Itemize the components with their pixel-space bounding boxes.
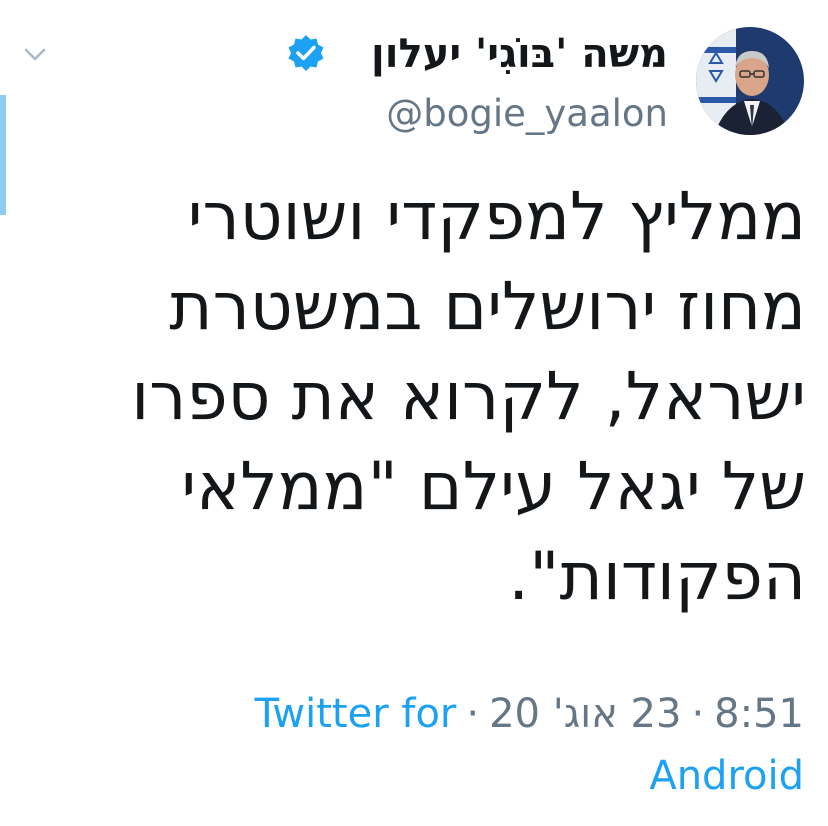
chevron-down-icon[interactable] (22, 44, 48, 64)
tweet-meta: Twitter for · 23 אוג' 20 · 8:51 (255, 686, 804, 742)
tweet-text: ממליץ למפקדי ושוטרי מחוז ירושלים במשטרת … (16, 172, 806, 622)
tweet-line: ישראל, לקרוא את ספרו (131, 358, 806, 435)
author-handle[interactable]: @bogie_yaalon (386, 90, 668, 138)
tweet-time[interactable]: 8:51 (714, 686, 804, 742)
tweet-line: הפקודות". (508, 538, 806, 615)
avatar-image (696, 27, 804, 135)
tweet-line: מחוז ירושלים במשטרת (169, 268, 806, 345)
meta-separator: · (466, 691, 480, 737)
tweet-card: משה 'בּוֹגִי' יעלון @bogie_yaalon ממליץ … (0, 0, 828, 826)
author-display-name[interactable]: משה 'בּוֹגִי' יעלון (371, 28, 668, 80)
tweet-source-link[interactable]: Android (649, 748, 804, 804)
scroll-accent-bar (0, 95, 6, 215)
meta-separator: · (691, 691, 705, 737)
verified-badge-icon (288, 35, 324, 71)
tweet-line: ממליץ למפקדי ושוטרי (187, 178, 806, 255)
tweet-date[interactable]: 23 אוג' 20 (489, 686, 681, 742)
tweet-line: של יגאל עילם "ממלאי (181, 448, 806, 525)
avatar[interactable] (696, 27, 804, 135)
tweet-source-link[interactable]: Twitter for (255, 686, 457, 742)
